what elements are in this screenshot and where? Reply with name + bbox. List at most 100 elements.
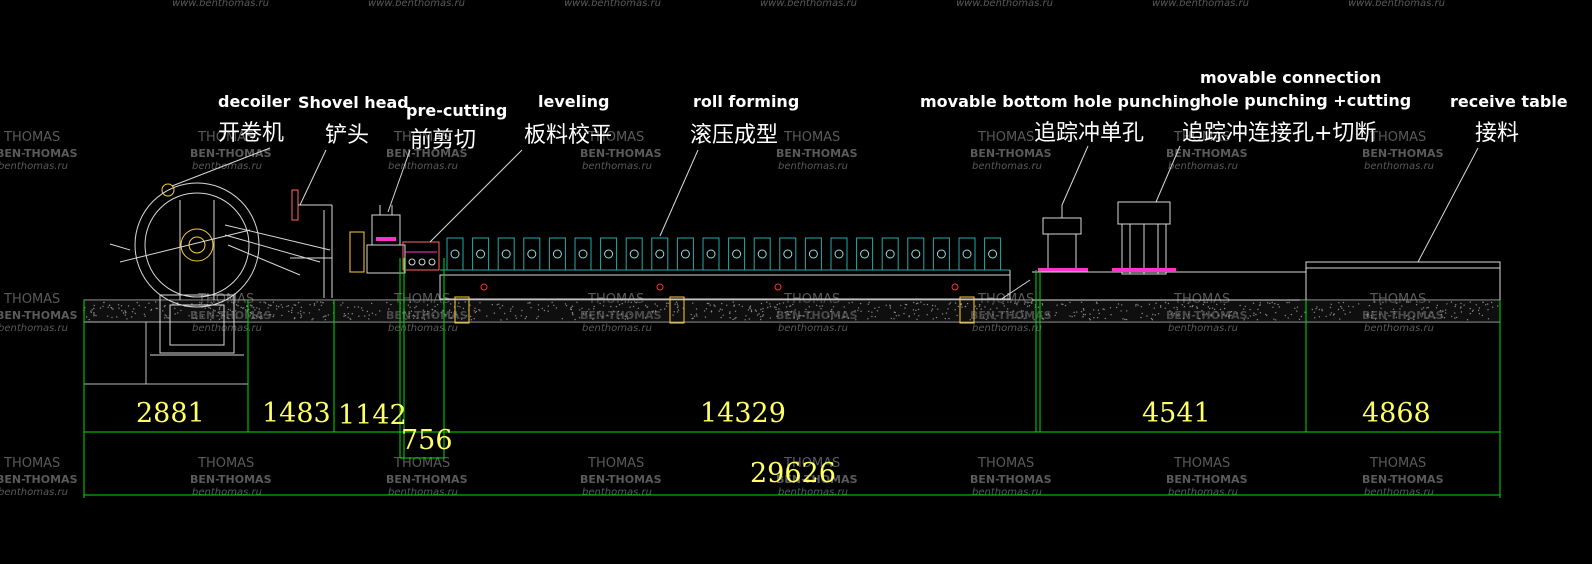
foundation-grain (1469, 307, 1471, 310)
foundation-grain (1210, 315, 1212, 317)
foundation-grain (1160, 305, 1162, 307)
foundation-grain (267, 307, 269, 309)
foundation-grain (269, 313, 271, 316)
foundation-grain (1196, 306, 1198, 308)
foundation-grain (1478, 307, 1481, 309)
foundation-grain (989, 308, 992, 310)
foundation-grain (1344, 313, 1346, 315)
foundation-grain (654, 303, 656, 305)
roller-shaft (706, 249, 716, 259)
foundation-grain (855, 319, 857, 321)
roller-shaft (501, 249, 511, 259)
foundation-grain (272, 316, 274, 318)
foundation-grain (637, 307, 639, 309)
foundation-grain (116, 316, 118, 318)
foundation-grain (168, 317, 170, 319)
foundation-grain (1033, 319, 1035, 321)
foundation-grain (673, 311, 675, 313)
foundation-grain (630, 301, 632, 303)
foundation-grain (1366, 315, 1369, 318)
foundation-grain (1455, 304, 1457, 306)
foundation-grain (408, 316, 411, 318)
foundation-grain (251, 306, 253, 308)
foundation-grain (656, 305, 658, 307)
foundation-grain (219, 312, 221, 315)
foundation-grain (1219, 308, 1222, 311)
foundation-grain (1278, 306, 1281, 308)
foundation-grain (565, 304, 568, 307)
foundation-grain (918, 315, 920, 317)
foundation-grain (553, 304, 555, 307)
foundation-grain (889, 304, 891, 306)
foundation-grain (1284, 314, 1287, 317)
foundation-grain (209, 307, 212, 309)
foundation-grain (665, 305, 668, 307)
foundation-grain (1435, 307, 1438, 309)
foundation-grain (769, 305, 772, 308)
foundation-grain (808, 311, 810, 314)
foundation-grain (510, 308, 512, 310)
foundation-grain (316, 301, 318, 303)
foundation-grain (1460, 302, 1462, 305)
foundation-grain (107, 315, 109, 317)
foundation-grain (297, 312, 299, 314)
foundation-grain (300, 306, 303, 308)
foundation-grain (1069, 315, 1071, 317)
foundation-grain (388, 308, 390, 310)
foundation-grain (1243, 308, 1245, 310)
foundation-grain (703, 310, 706, 312)
foundation-grain (832, 306, 835, 308)
foundation-grain (726, 304, 728, 306)
foundation-grain (222, 314, 224, 316)
foundation-grain (219, 307, 221, 309)
foundation-grain (212, 309, 215, 311)
foundation-grain (779, 303, 781, 305)
foundation-grain (843, 306, 845, 308)
dimension-pre-cutting: 1142 (338, 400, 407, 431)
foundation-grain (536, 317, 538, 320)
foundation-grain (1478, 313, 1481, 315)
foundation-grain (844, 311, 846, 313)
roller-stations (446, 237, 1002, 271)
foundation-grain (235, 310, 237, 312)
foundation-grain (379, 310, 381, 312)
foundation-grain (1151, 319, 1154, 321)
foundation-grain (776, 303, 778, 306)
foundation-grain (960, 303, 962, 306)
foundation-grain (473, 318, 475, 320)
foundation-grain (390, 303, 392, 306)
foundation-grain (124, 310, 126, 312)
foundation-grain (1422, 307, 1425, 309)
foundation-grain (474, 307, 476, 309)
foundation-grain (916, 318, 918, 321)
foundation-grain (407, 304, 409, 306)
foundation-grain (621, 302, 623, 305)
foundation-grain (1002, 302, 1004, 305)
foundation-grain (1490, 301, 1493, 304)
dimension-leveling: 756 (401, 425, 453, 456)
foundation-grain (769, 317, 771, 319)
foundation-grain (769, 303, 771, 305)
foundation-grain (775, 308, 777, 311)
foundation-grain (1272, 306, 1274, 308)
foundation-grain (1023, 317, 1025, 320)
foundation-grain (1399, 308, 1401, 310)
foundation-grain (820, 308, 822, 310)
foundation-grain (1451, 315, 1453, 318)
foundation-grain (923, 303, 925, 306)
foundation-grain (254, 309, 256, 311)
foundation-grain (1385, 318, 1387, 320)
roller-shaft (808, 249, 818, 259)
foundation-grain (1209, 307, 1211, 310)
foundation-grain (732, 301, 734, 303)
foundation-grain (1247, 317, 1249, 319)
foundation-grain (1089, 319, 1092, 321)
foundation-grain (541, 307, 543, 310)
foundation-grain (646, 306, 649, 308)
foundation-grain (660, 309, 662, 311)
foundation-grain (1223, 303, 1226, 306)
foundation-grain (677, 309, 680, 311)
foundation-grain (470, 319, 473, 321)
foundation-grain (253, 317, 255, 319)
foundation-grain (1014, 302, 1016, 305)
